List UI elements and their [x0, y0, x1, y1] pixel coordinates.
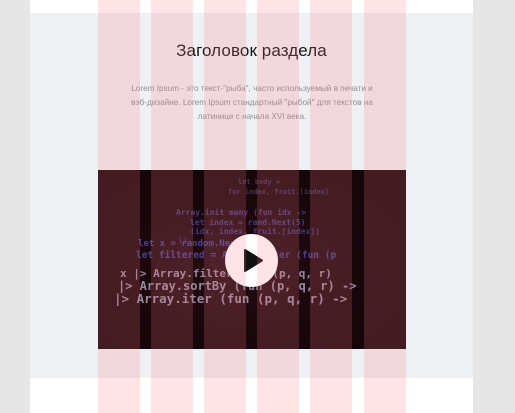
section-title: Заголовок раздела [176, 41, 327, 60]
play-icon [244, 249, 263, 272]
play-button[interactable] [225, 234, 278, 287]
section-description: Lorem Ipsum - это текст-"рыба", часто ис… [131, 84, 373, 121]
